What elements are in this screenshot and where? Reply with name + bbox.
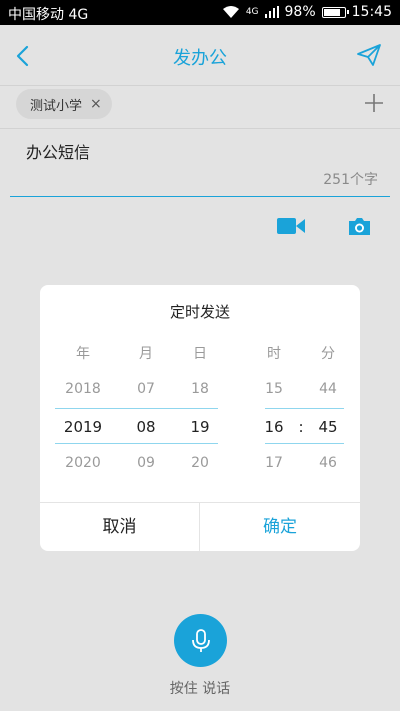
video-camera-icon[interactable] <box>277 216 305 236</box>
battery-icon <box>321 6 349 18</box>
day-header: 日 <box>193 346 207 362</box>
dialog-buttons: 取消 确定 <box>40 502 360 551</box>
carrier-label: 中国移动 4G <box>8 7 89 23</box>
minute-option[interactable]: 44 <box>303 381 353 397</box>
date-selection-line-bottom <box>55 443 218 444</box>
char-count: 251个字 <box>323 172 378 188</box>
month-header: 月 <box>139 346 153 362</box>
minute-option[interactable]: 46 <box>303 455 353 471</box>
voice-record-button[interactable] <box>174 614 227 667</box>
clock: 15:45 <box>351 4 392 20</box>
day-option[interactable]: 18 <box>175 381 225 397</box>
year-selected[interactable]: 2019 <box>58 418 108 436</box>
wifi-icon <box>222 6 239 18</box>
remove-recipient-icon[interactable]: × <box>90 96 102 112</box>
hour-option[interactable]: 15 <box>249 381 299 397</box>
hour-header: 时 <box>267 346 281 362</box>
confirm-button[interactable]: 确定 <box>200 503 360 551</box>
recipient-row: 测试小学 × <box>0 86 400 129</box>
status-bar: 中国移动 4G 4G 98% 15:45 <box>0 0 400 25</box>
year-header: 年 <box>76 346 90 362</box>
month-option[interactable]: 09 <box>121 455 171 471</box>
schedule-send-dialog: 定时发送 年 月 日 时 分 2018 2019 2020 07 08 09 1… <box>40 285 360 551</box>
day-selected[interactable]: 19 <box>175 418 225 436</box>
month-option[interactable]: 07 <box>121 381 171 397</box>
minute-selected[interactable]: 45 <box>303 418 353 436</box>
time-selection-line-top <box>265 408 344 409</box>
microphone-icon <box>191 628 210 652</box>
camera-icon[interactable] <box>348 216 371 236</box>
battery-fill <box>323 8 341 16</box>
minute-header: 分 <box>321 346 335 362</box>
header: 发办公 <box>0 25 400 86</box>
paper-plane-icon[interactable] <box>356 42 382 68</box>
voice-hint: 按住 说话 <box>169 681 231 697</box>
cancel-button[interactable]: 取消 <box>40 503 200 551</box>
year-option[interactable]: 2020 <box>58 455 108 471</box>
plus-icon[interactable] <box>364 93 384 113</box>
battery-percent: 98% <box>284 4 316 20</box>
date-selection-line-top <box>55 408 218 409</box>
signal-icon <box>264 6 279 18</box>
recipient-chip-label: 测试小学 <box>30 98 83 114</box>
dialog-title: 定时发送 <box>169 303 230 321</box>
month-selected[interactable]: 08 <box>121 418 171 436</box>
year-option[interactable]: 2018 <box>58 381 108 397</box>
hour-selected[interactable]: 16 <box>249 418 299 436</box>
recipient-chip[interactable]: 测试小学 × <box>16 89 112 119</box>
network-type: 4G <box>245 7 259 17</box>
day-option[interactable]: 20 <box>175 455 225 471</box>
page-title: 发办公 <box>173 48 227 69</box>
hour-option[interactable]: 17 <box>249 455 299 471</box>
time-selection-line-bottom <box>265 443 344 444</box>
message-underline <box>10 196 390 197</box>
status-icons: 4G 98% 15:45 <box>222 4 392 20</box>
message-text[interactable]: 办公短信 <box>26 139 90 163</box>
